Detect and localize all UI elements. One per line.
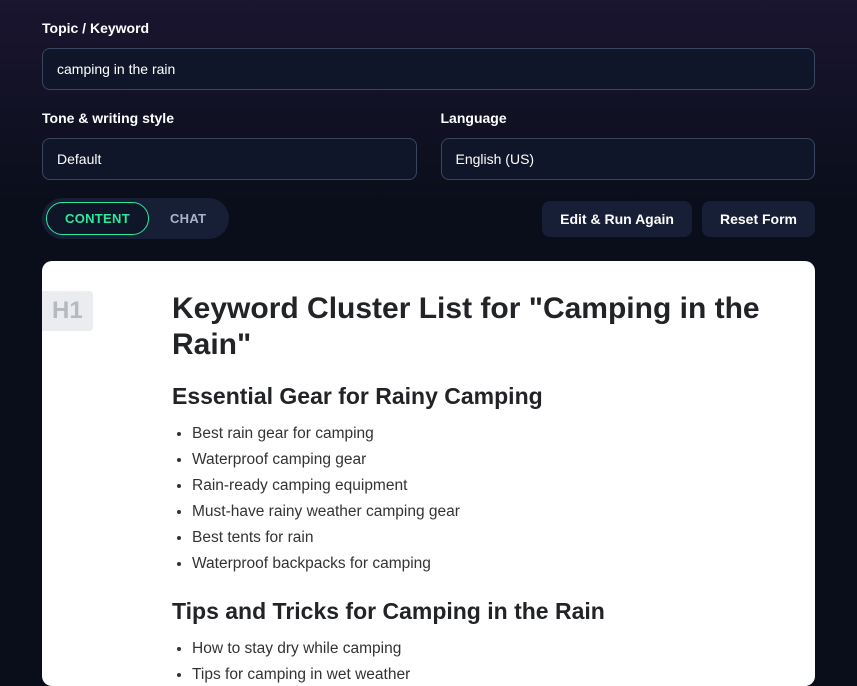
action-buttons: Edit & Run Again Reset Form — [542, 201, 815, 237]
tone-label: Tone & writing style — [42, 110, 417, 126]
list-item: Best tents for rain — [192, 526, 775, 550]
list-item: Must-have rainy weather camping gear — [192, 500, 775, 524]
topic-label: Topic / Keyword — [42, 20, 815, 36]
language-field: Language English (US) — [441, 110, 816, 180]
list-item: Rain-ready camping equipment — [192, 474, 775, 498]
topic-input[interactable] — [42, 48, 815, 90]
list-item: How to stay dry while camping — [192, 637, 775, 661]
tab-chat[interactable]: CHAT — [151, 202, 225, 235]
topic-field: Topic / Keyword — [42, 20, 815, 90]
content-card: H1 Keyword Cluster List for "Camping in … — [42, 261, 815, 686]
h1-badge: H1 — [42, 291, 93, 331]
tone-field: Tone & writing style Default — [42, 110, 417, 180]
list-item: Waterproof camping gear — [192, 448, 775, 472]
tab-content[interactable]: CONTENT — [46, 202, 149, 235]
output-title: Keyword Cluster List for "Camping in the… — [172, 291, 775, 363]
section-heading: Tips and Tricks for Camping in the Rain — [172, 598, 775, 625]
tab-group: CONTENT CHAT — [42, 198, 229, 239]
section-list: How to stay dry while campingTips for ca… — [172, 637, 775, 686]
list-item: Best rain gear for camping — [192, 422, 775, 446]
section-heading: Essential Gear for Rainy Camping — [172, 383, 775, 410]
edit-run-button[interactable]: Edit & Run Again — [542, 201, 692, 237]
list-item: Tips for camping in wet weather — [192, 663, 775, 686]
reset-button[interactable]: Reset Form — [702, 201, 815, 237]
tone-select[interactable]: Default — [42, 138, 417, 180]
section-list: Best rain gear for campingWaterproof cam… — [172, 422, 775, 576]
language-label: Language — [441, 110, 816, 126]
list-item: Waterproof backpacks for camping — [192, 552, 775, 576]
language-select[interactable]: English (US) — [441, 138, 816, 180]
